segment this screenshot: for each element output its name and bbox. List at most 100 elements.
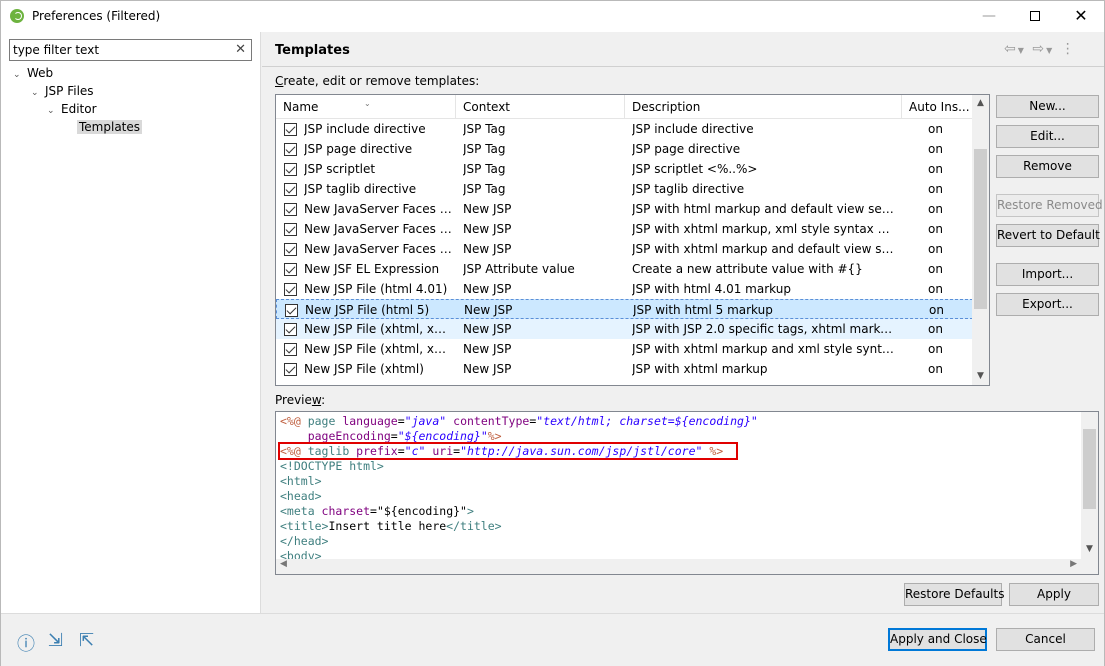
- preview-scroll-down-icon[interactable]: ▼: [1081, 544, 1098, 559]
- table-row[interactable]: JSP taglib directive JSP Tag JSP taglib di…: [276, 179, 973, 199]
- preview-editor[interactable]: <%@ page language="java" contentType="te…: [275, 411, 1099, 575]
- export-preferences-icon[interactable]: ⇱: [79, 630, 94, 651]
- filter-input[interactable]: [13, 42, 233, 58]
- table-row[interactable]: New JSP File (xhtml) New JSP JSP with xhtm…: [276, 359, 973, 379]
- close-window-button[interactable]: ✕: [1058, 1, 1104, 32]
- filter-box[interactable]: ✕: [9, 39, 252, 61]
- preview-horizontal-scrollbar[interactable]: ◀ ▶: [276, 559, 1098, 574]
- tree-item[interactable]: Templates: [63, 118, 143, 136]
- templates-table[interactable]: Name ⌄ Context Description Auto Ins... JS…: [275, 94, 990, 386]
- preview-vertical-scrollbar[interactable]: ▼: [1081, 412, 1098, 559]
- templates-page: Templates ⇦▼ ⇨▼ ⋮ Create, edit or remove…: [262, 32, 1104, 613]
- code-token: <meta: [280, 504, 322, 518]
- enabled-checkbox[interactable]: [284, 343, 297, 356]
- page-header: Templates ⇦▼ ⇨▼ ⋮: [262, 32, 1104, 65]
- template-context-cell: JSP Tag: [463, 142, 506, 156]
- back-arrow-icon[interactable]: ⇦: [1004, 41, 1018, 57]
- template-name-cell: New JavaServer Faces (JS...: [304, 222, 454, 236]
- table-row[interactable]: New JSP File (xhtml, xml ... New JSP JSP w…: [276, 339, 973, 359]
- chevron-down-icon[interactable]: ⌄: [31, 84, 45, 102]
- forward-arrow-icon[interactable]: ⇨: [1032, 41, 1046, 57]
- enabled-checkbox[interactable]: [284, 363, 297, 376]
- table-row[interactable]: New JSP File (html 4.01) New JSP JSP with …: [276, 279, 973, 299]
- clear-filter-icon[interactable]: ✕: [235, 42, 246, 57]
- remove-button[interactable]: Remove: [996, 155, 1099, 178]
- import-button[interactable]: Import...: [996, 263, 1099, 286]
- preview-scroll-thumb[interactable]: [1083, 429, 1096, 509]
- maximize-button[interactable]: [1012, 1, 1058, 32]
- template-description-cell: Create a new attribute value with #{}: [632, 262, 863, 276]
- minimize-button[interactable]: —: [966, 1, 1012, 32]
- table-row[interactable]: New JSP File (xhtml, xml ... New JSP JSP w…: [276, 319, 973, 339]
- code-token: "${encoding}": [376, 504, 467, 518]
- table-row[interactable]: JSP include directive JSP Tag JSP include …: [276, 119, 973, 139]
- enabled-checkbox[interactable]: [284, 183, 297, 196]
- preview-label: Preview:: [275, 393, 326, 407]
- table-row[interactable]: New JavaServer Faces (JS... New JSP JSP wi…: [276, 199, 973, 219]
- enabled-checkbox[interactable]: [284, 263, 297, 276]
- table-row[interactable]: New JavaServer Faces (JS... New JSP JSP wi…: [276, 239, 973, 259]
- table-row[interactable]: JSP page directive JSP Tag JSP page direct…: [276, 139, 973, 159]
- template-auto-insert-cell: on: [928, 162, 943, 176]
- forward-menu-icon[interactable]: ▼: [1046, 46, 1054, 55]
- export-button[interactable]: Export...: [996, 293, 1099, 316]
- scroll-down-icon[interactable]: ▼: [972, 368, 989, 385]
- code-token: =: [397, 414, 405, 428]
- column-header-description[interactable]: Description: [625, 95, 902, 119]
- table-row[interactable]: JSP scriptlet JSP Tag JSP scriptlet <%..%>…: [276, 159, 973, 179]
- template-name-cell: JSP include directive: [304, 122, 426, 136]
- tree-item[interactable]: ⌄ JSP Files: [31, 82, 94, 100]
- view-menu-icon[interactable]: ⋮: [1061, 41, 1077, 57]
- enabled-checkbox[interactable]: [285, 304, 298, 317]
- code-token: <html>: [280, 474, 322, 488]
- history-nav: ⇦▼ ⇨▼ ⋮: [1004, 41, 1077, 57]
- table-scrollbar[interactable]: ▲ ▼: [972, 95, 989, 385]
- tree-item[interactable]: ⌄ Editor: [47, 100, 97, 118]
- table-row[interactable]: New JSF EL Expression JSP Attribute value…: [276, 259, 973, 279]
- revert-to-default-button[interactable]: Revert to Default: [996, 224, 1100, 247]
- apply-button[interactable]: Apply: [1009, 583, 1099, 606]
- template-name-cell: New JSF EL Expression: [304, 262, 440, 276]
- enabled-checkbox[interactable]: [284, 223, 297, 236]
- scrollbar-thumb[interactable]: [974, 149, 987, 309]
- chevron-down-icon[interactable]: ⌄: [47, 102, 61, 120]
- template-context-cell: New JSP: [463, 222, 512, 236]
- enabled-checkbox[interactable]: [284, 123, 297, 136]
- enabled-checkbox[interactable]: [284, 323, 297, 336]
- cancel-button[interactable]: Cancel: [996, 628, 1095, 651]
- restore-defaults-button[interactable]: Restore Defaults: [904, 583, 1004, 606]
- help-icon[interactable]: ⓘ: [17, 630, 35, 656]
- enabled-checkbox[interactable]: [284, 163, 297, 176]
- back-menu-icon[interactable]: ▼: [1018, 46, 1026, 55]
- enabled-checkbox[interactable]: [284, 283, 297, 296]
- scroll-right-icon[interactable]: ▶: [1070, 559, 1077, 569]
- enabled-checkbox[interactable]: [284, 203, 297, 216]
- template-context-cell: New JSP: [464, 303, 513, 317]
- column-header-auto-insert[interactable]: Auto Ins...: [902, 95, 973, 119]
- template-context-cell: JSP Attribute value: [463, 262, 575, 276]
- table-row[interactable]: New JavaServer Faces (JS... New JSP JSP wi…: [276, 219, 973, 239]
- apply-and-close-button[interactable]: Apply and Close: [888, 628, 987, 651]
- template-name-cell: New JSP File (xhtml): [304, 362, 424, 376]
- template-description-cell: JSP with JSP 2.0 specific tags, xhtml ma…: [632, 322, 896, 336]
- new-button[interactable]: New...: [996, 95, 1099, 118]
- tree-item-label: Templates: [77, 120, 143, 134]
- column-header-name[interactable]: Name ⌄: [276, 95, 456, 119]
- preview-code: <%@ page language="java" contentType="te…: [280, 414, 758, 564]
- scroll-up-icon[interactable]: ▲: [972, 95, 989, 112]
- chevron-down-icon[interactable]: ⌄: [13, 66, 27, 84]
- table-row[interactable]: New JSP File (html 5) New JSP JSP with htm…: [276, 299, 973, 319]
- template-description-cell: JSP page directive: [632, 142, 741, 156]
- tree-item[interactable]: ⌄ Web: [13, 64, 53, 82]
- code-token: </head>: [280, 534, 329, 548]
- restore-removed-button[interactable]: Restore Removed: [996, 194, 1103, 217]
- page-title: Templates: [275, 43, 350, 58]
- enabled-checkbox[interactable]: [284, 143, 297, 156]
- scroll-left-icon[interactable]: ◀: [280, 559, 287, 569]
- column-header-context[interactable]: Context: [456, 95, 625, 119]
- edit-button[interactable]: Edit...: [996, 125, 1099, 148]
- sort-arrow-icon: ⌄: [364, 99, 371, 108]
- import-preferences-icon[interactable]: ⇲: [48, 630, 63, 651]
- template-name-cell: JSP scriptlet: [304, 162, 376, 176]
- enabled-checkbox[interactable]: [284, 243, 297, 256]
